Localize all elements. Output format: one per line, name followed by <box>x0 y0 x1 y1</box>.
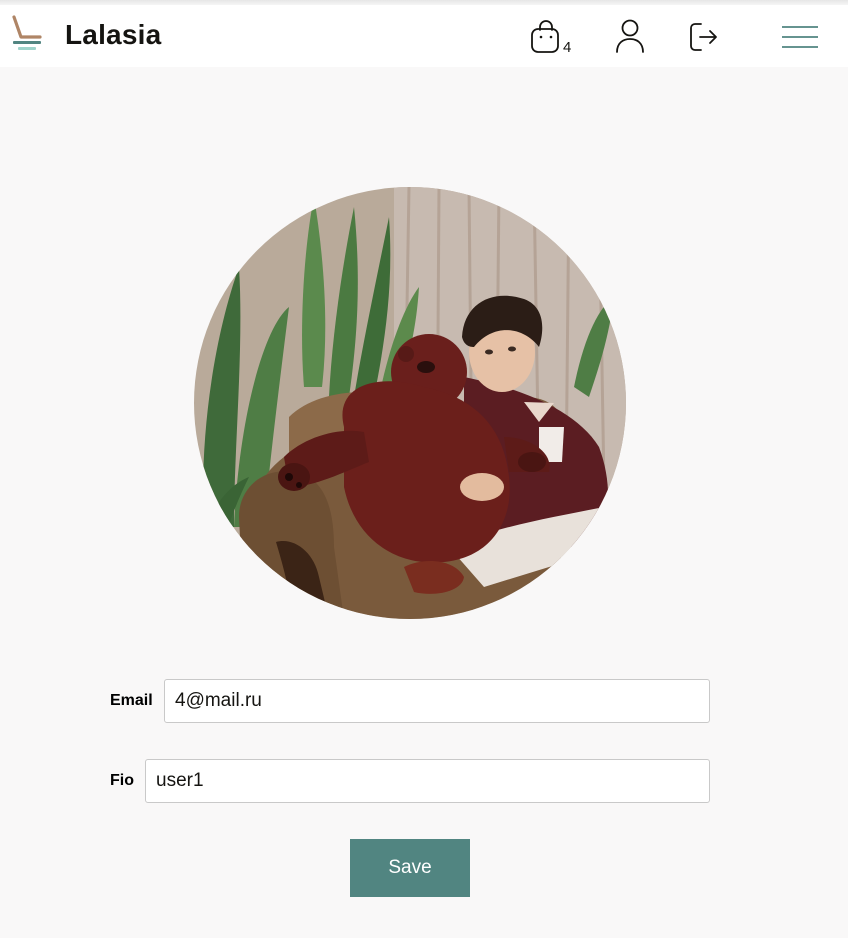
hamburger-menu-icon[interactable] <box>780 22 820 52</box>
cart-count-badge: 4 <box>563 39 572 56</box>
logo-icon[interactable] <box>10 15 44 55</box>
email-label: Email <box>110 692 153 709</box>
user-icon[interactable] <box>614 19 646 55</box>
save-button[interactable]: Save <box>350 839 470 897</box>
fio-field[interactable] <box>145 759 710 803</box>
logout-icon[interactable] <box>688 21 720 53</box>
fio-label: Fio <box>110 772 134 789</box>
profile-photo[interactable] <box>194 187 626 619</box>
brand-name[interactable]: Lalasia <box>65 19 161 51</box>
profile-photo-image <box>194 187 626 619</box>
email-field[interactable] <box>164 679 710 723</box>
site-header: Lalasia 4 <box>0 5 848 67</box>
shopping-bag-icon[interactable] <box>530 20 562 54</box>
